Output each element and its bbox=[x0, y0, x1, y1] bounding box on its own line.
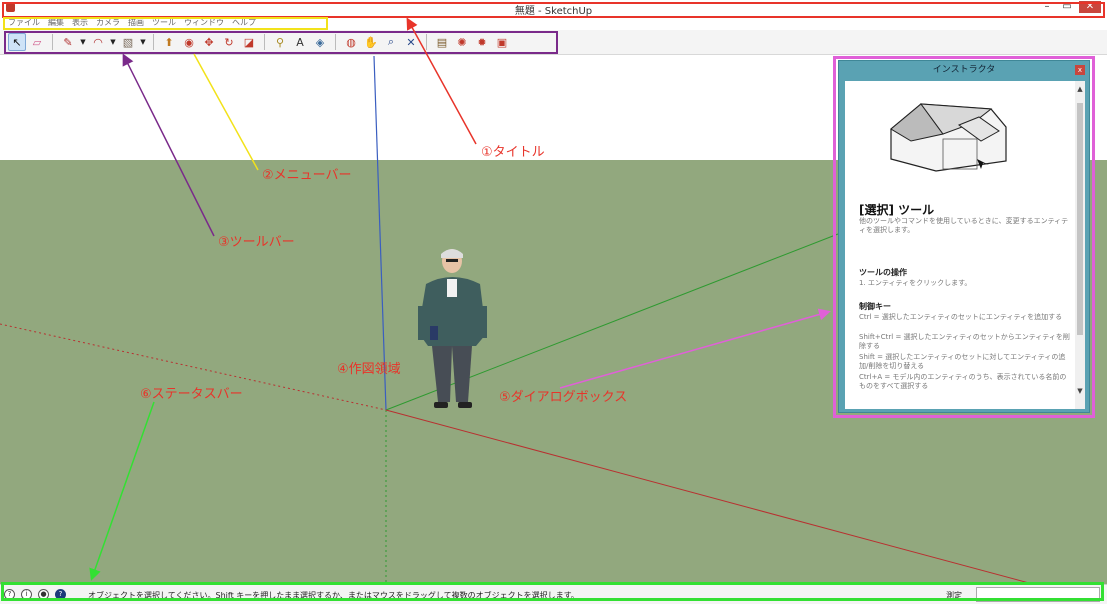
label-drawing-area: ④作図領域 bbox=[337, 362, 401, 377]
label-toolbar: ③ツールバー bbox=[218, 235, 295, 250]
statusbar-highlight-box bbox=[1, 582, 1104, 601]
menubar-highlight-box bbox=[3, 17, 328, 30]
label-menubar: ②メニューバー bbox=[262, 168, 352, 183]
toolbar-highlight-box bbox=[4, 31, 558, 54]
title-highlight-box bbox=[2, 2, 1105, 18]
label-title: ①タイトル bbox=[481, 145, 545, 160]
label-dialog-box: ⑤ダイアログボックス bbox=[499, 390, 628, 405]
label-status-bar: ⑥ステータスバー bbox=[140, 387, 243, 402]
dialog-highlight-box bbox=[833, 56, 1095, 418]
